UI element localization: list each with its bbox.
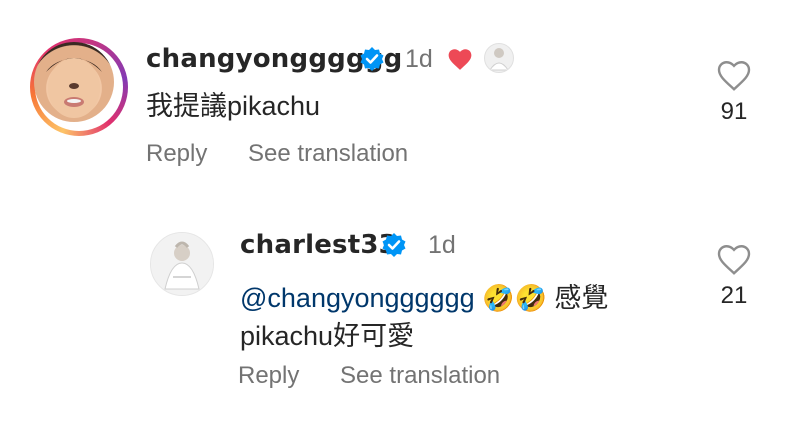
like-count: 21 (720, 282, 748, 309)
verified-badge-icon (360, 47, 384, 71)
reply-button[interactable]: Reply (238, 362, 299, 389)
comment-timestamp: 1d (428, 231, 456, 259)
comment-timestamp: 1d (405, 45, 433, 73)
see-translation-link[interactable]: See translation (340, 362, 500, 389)
creator-avatar-drawing (489, 48, 509, 71)
heart-outline-icon[interactable] (716, 58, 752, 92)
comment-text-part: 感覺 (554, 283, 609, 313)
heart-outline-icon[interactable] (716, 242, 752, 276)
comment-text: @changyongggggg 🤣🤣 感覺 pikachu好可愛 (240, 280, 670, 355)
laughing-emoji: 🤣🤣 (482, 284, 547, 314)
verified-badge-icon (382, 233, 406, 257)
comment-text-line2: pikachu好可愛 (240, 321, 415, 351)
creator-avatar (484, 43, 514, 73)
avatar-face-drawing (46, 58, 102, 118)
comment-item: changyongggggg 1d 我提議pikachu Reply See t… (0, 0, 800, 200)
mention-link[interactable]: @changyongggggg (240, 283, 475, 313)
avatar[interactable] (150, 232, 214, 296)
reply-button[interactable]: Reply (146, 140, 207, 167)
like-count: 91 (720, 98, 748, 125)
heart-filled-icon (448, 49, 472, 70)
comment-username[interactable]: charlest33 (240, 230, 397, 260)
comment-actions: Reply See translation (238, 362, 534, 390)
avatar (34, 42, 114, 122)
reply-comment-item: charlest33 1d @changyongggggg 🤣🤣 感覺 pika… (0, 218, 800, 424)
comment-text: 我提議pikachu (146, 91, 321, 121)
avatar-person-drawing (151, 233, 213, 295)
like-control: 91 (704, 58, 764, 126)
avatar-story-ring[interactable] (30, 38, 128, 136)
see-translation-link[interactable]: See translation (248, 140, 408, 167)
comment-actions: Reply See translation (146, 140, 442, 168)
like-control: 21 (704, 242, 764, 310)
